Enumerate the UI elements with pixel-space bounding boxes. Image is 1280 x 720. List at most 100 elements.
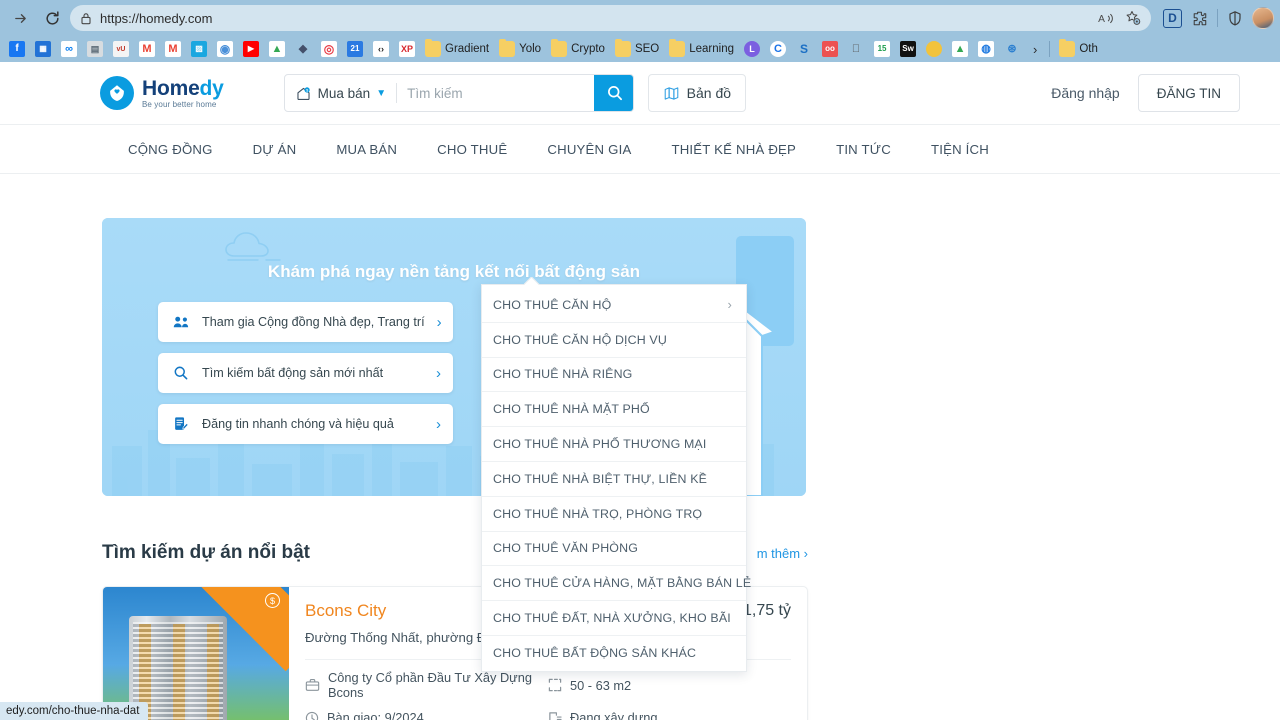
bookmark-item[interactable]: ◆ <box>290 38 316 60</box>
post-listing-button[interactable]: ĐĂNG TIN <box>1137 74 1240 112</box>
forward-button[interactable] <box>6 4 34 32</box>
youtube-icon: ▶ <box>243 41 259 57</box>
bookmark-item[interactable]: C <box>765 38 791 60</box>
bookmark-item[interactable]: M <box>134 38 160 60</box>
bookmark-item[interactable]: L <box>739 38 765 60</box>
bookmark-item[interactable]: ‹› <box>368 38 394 60</box>
favorites-star-icon[interactable] <box>1125 10 1141 26</box>
nav-item-chuyen-gia[interactable]: CHUYÊN GIA <box>527 125 651 173</box>
nav-item-du-an[interactable]: DỰ ÁN <box>233 125 317 173</box>
nav-item-tin-tuc[interactable]: TIN TỨC <box>816 125 911 173</box>
bookmarks-overflow-button[interactable]: › <box>1025 42 1045 57</box>
browser-toolbar: https://homedy.com A D <box>0 0 1280 36</box>
bookmark-folder-learning[interactable]: Learning <box>664 38 739 60</box>
bookmarks-bar: f ▦ ∞ ▤ ᴠU M M ▨ ◉ ▶ ▲ ◆ ◎ 21 ‹› XP Grad… <box>0 36 1280 62</box>
post-icon <box>172 416 190 432</box>
bookmark-item[interactable]: ▦ <box>30 38 56 60</box>
tool-blue-icon: ▨ <box>191 41 207 57</box>
folder-icon <box>499 39 516 57</box>
yellow-bird-icon <box>926 41 943 57</box>
read-aloud-icon[interactable]: A <box>1098 12 1115 25</box>
bookmark-item[interactable]: 21 <box>342 38 368 60</box>
bookmark-item[interactable]: ◉ <box>212 38 238 60</box>
bookmark-item[interactable]: ▤ <box>82 38 108 60</box>
dropdown-item-nha-pho-thuong-mai[interactable]: CHO THUÊ NHÀ PHỐ THƯƠNG MẠI <box>482 427 746 462</box>
bookmark-folder-seo[interactable]: SEO <box>610 38 664 60</box>
bookmark-item[interactable]: ᴠU <box>108 38 134 60</box>
bookmark-item[interactable]: ▲ <box>264 38 290 60</box>
dropdown-item-biet-thu-lien-ke[interactable]: CHO THUÊ NHÀ BIỆT THỰ, LIỀN KỀ <box>482 462 746 497</box>
dropdown-item-nha-rieng[interactable]: CHO THUÊ NHÀ RIÊNG <box>482 358 746 393</box>
nav-item-tien-ich[interactable]: TIỆN ÍCH <box>911 125 1009 173</box>
nav-item-thiet-ke-nha-dep[interactable]: THIẾT KẾ NHÀ ĐẸP <box>651 125 816 173</box>
bookmark-label: SEO <box>634 43 660 55</box>
main-navigation: CỘNG ĐỒNG DỰ ÁN MUA BÁN CHO THUÊ CHUYÊN … <box>0 124 1280 174</box>
dashlane-extension-icon[interactable]: D <box>1163 8 1182 28</box>
dropdown-item-van-phong[interactable]: CHO THUÊ VĂN PHÒNG <box>482 532 746 567</box>
search-type-selector[interactable]: $ Mua bán ▼ <box>285 75 396 111</box>
bookmark-item[interactable]: ◎ <box>316 38 342 60</box>
developer-name: Công ty Cổ phần Đầu Tư Xây Dựng Bcons <box>328 670 532 700</box>
bookmark-item[interactable]: oo <box>817 38 843 60</box>
search-icon <box>172 365 190 381</box>
bookmark-item[interactable]: M <box>160 38 186 60</box>
search-submit-button[interactable] <box>594 75 633 111</box>
bookmark-item[interactable]: ◍ <box>973 38 999 60</box>
dropdown-item-label: CHO THUÊ NHÀ RIÊNG <box>493 367 633 382</box>
nav-item-cong-dong[interactable]: CỘNG ĐỒNG <box>108 125 233 173</box>
bookmark-item[interactable]: XP <box>394 38 420 60</box>
bookmark-folder-crypto[interactable]: Crypto <box>546 38 610 60</box>
bookmark-item[interactable]:  <box>843 38 869 60</box>
dropdown-item-can-ho[interactable]: CHO THUÊ CĂN HỘ › <box>482 288 746 323</box>
bookmark-item[interactable]: S <box>791 38 817 60</box>
bookmark-folder-yolo[interactable]: Yolo <box>494 38 546 60</box>
purple-circle-icon: L <box>744 41 761 57</box>
profile-avatar[interactable] <box>1252 7 1274 29</box>
dropdown-item-bds-khac[interactable]: CHO THUÊ BẤT ĐỘNG SẢN KHÁC <box>482 636 746 671</box>
puzzle-extensions-icon[interactable] <box>1191 10 1208 27</box>
bookmark-folder-other[interactable]: Oth <box>1054 38 1103 60</box>
bookmark-item[interactable] <box>921 38 947 60</box>
gmail-icon: M <box>139 41 155 57</box>
address-bar[interactable]: https://homedy.com A <box>70 5 1151 31</box>
dropdown-item-nha-tro-phong-tro[interactable]: CHO THUÊ NHÀ TRỌ, PHÒNG TRỌ <box>482 497 746 532</box>
see-more-link[interactable]: m thêm › <box>757 546 808 561</box>
bookmark-item[interactable]: 15 <box>869 38 895 60</box>
bookmark-label: Yolo <box>519 43 542 55</box>
diamond-icon: ◆ <box>295 41 311 57</box>
nav-item-mua-ban[interactable]: MUA BÁN <box>316 125 417 173</box>
hero-link-label: Đăng tin nhanh chóng và hiệu quả <box>202 417 394 431</box>
hero-link-community[interactable]: Tham gia Cộng đồng Nhà đẹp, Trang trí › <box>158 302 453 342</box>
dropdown-item-cua-hang-mat-bang[interactable]: CHO THUÊ CỬA HÀNG, MẶT BẰNG BÁN LẺ <box>482 566 751 602</box>
reload-button[interactable] <box>38 4 66 32</box>
bookmarks-divider <box>1049 41 1051 57</box>
homedy-logo[interactable]: Homedy Be your better home <box>100 76 224 110</box>
search-input[interactable] <box>397 75 595 111</box>
url-text: https://homedy.com <box>100 10 213 26</box>
bookmark-label: Learning <box>689 43 735 55</box>
folder-icon <box>1059 39 1076 57</box>
bookmark-item[interactable]: ⊛ <box>999 38 1025 60</box>
bookmark-item[interactable]: f <box>4 38 30 60</box>
hero-link-post[interactable]: Đăng tin nhanh chóng và hiệu quả › <box>158 404 453 444</box>
login-link[interactable]: Đăng nhập <box>1051 85 1120 101</box>
calendar-icon: 21 <box>347 41 363 57</box>
dropdown-item-can-ho-dich-vu[interactable]: CHO THUÊ CĂN HỘ DỊCH VỤ <box>482 323 746 358</box>
bookmark-folder-gradient[interactable]: Gradient <box>420 38 494 60</box>
project-title[interactable]: Bcons City <box>305 601 386 621</box>
chrome-circle-icon: ◉ <box>217 41 233 57</box>
bookmark-item[interactable]: ▶ <box>238 38 264 60</box>
bookmark-item[interactable]: ▨ <box>186 38 212 60</box>
split-screen-icon[interactable] <box>1227 10 1243 27</box>
bookmark-item[interactable]: ▲ <box>947 38 973 60</box>
map-button[interactable]: Bản đồ <box>647 74 747 112</box>
bookmark-item[interactable]: ∞ <box>56 38 82 60</box>
bookmark-item[interactable]: Sw <box>895 38 921 60</box>
nav-item-cho-thue[interactable]: CHO THUÊ <box>417 125 527 173</box>
meta-status: Đang xây dựng <box>548 710 791 720</box>
dropdown-item-dat-nha-xuong[interactable]: CHO THUÊ ĐẤT, NHÀ XƯỞNG, KHO BÃI <box>482 601 746 636</box>
project-thumbnail[interactable]: $ Đang mở bán <box>103 587 289 720</box>
hero-link-label: Tìm kiếm bất động sản mới nhất <box>202 366 384 380</box>
hero-link-search[interactable]: Tìm kiếm bất động sản mới nhất › <box>158 353 453 393</box>
dropdown-item-nha-mat-pho[interactable]: CHO THUÊ NHÀ MẶT PHỐ <box>482 392 746 428</box>
